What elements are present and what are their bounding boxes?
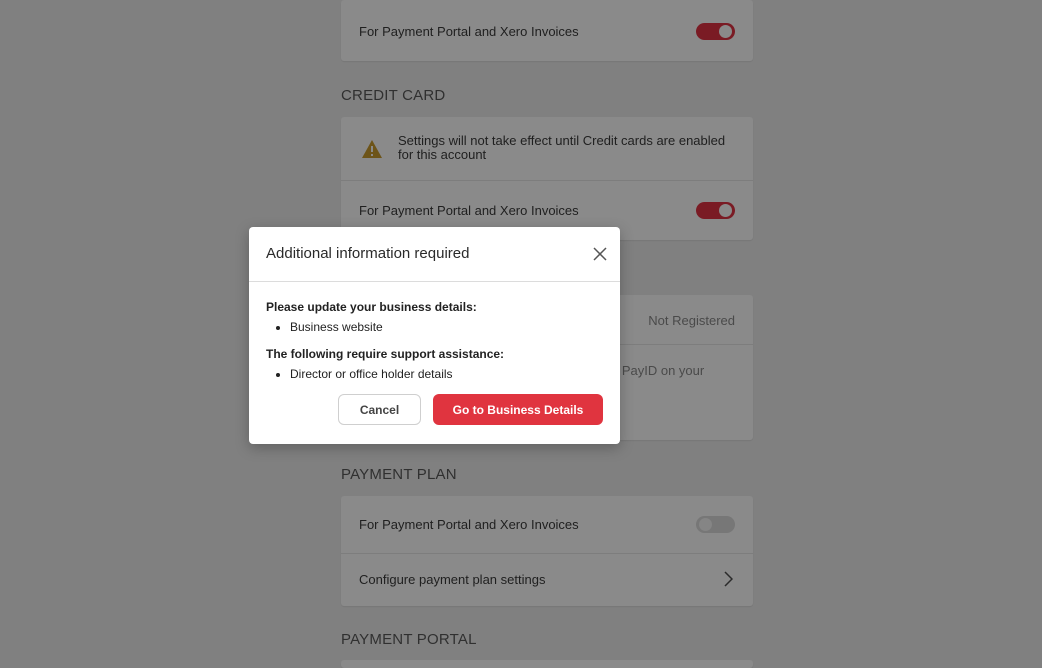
top-toggle-switch[interactable]: [696, 23, 735, 40]
credit-card-toggle-label: For Payment Portal and Xero Invoices: [359, 203, 579, 218]
top-toggle-card: For Payment Portal and Xero Invoices: [341, 0, 753, 61]
payment-plan-card: For Payment Portal and Xero Invoices Con…: [341, 496, 753, 606]
payment-portal-section-title: PAYMENT PORTAL: [341, 631, 477, 648]
cancel-button[interactable]: Cancel: [338, 394, 421, 425]
additional-info-modal: Additional information required Please u…: [249, 227, 620, 444]
modal-title: Additional information required: [266, 245, 470, 262]
close-icon[interactable]: [590, 244, 610, 264]
payment-plan-section-title: PAYMENT PLAN: [341, 466, 457, 483]
payid-status: Not Registered: [648, 313, 735, 328]
support-list: Director or office holder details: [266, 366, 603, 382]
credit-card-toggle-switch[interactable]: [696, 202, 735, 219]
payid-partial-text: g PayID on your: [611, 363, 705, 378]
payment-plan-toggle-label: For Payment Portal and Xero Invoices: [359, 517, 579, 532]
configure-payment-plan-label: Configure payment plan settings: [359, 572, 546, 587]
chevron-right-icon: [724, 571, 733, 587]
payment-portal-card: [341, 660, 753, 668]
payment-plan-toggle-switch[interactable]: [696, 516, 735, 533]
update-details-list: Business website: [266, 319, 603, 335]
list-item: Business website: [290, 319, 603, 335]
credit-card-warning-text: Settings will not take effect until Cred…: [398, 133, 726, 162]
update-details-heading: Please update your business details:: [266, 300, 477, 314]
configure-payment-plan-row[interactable]: Configure payment plan settings: [341, 553, 753, 606]
top-toggle-label: For Payment Portal and Xero Invoices: [359, 24, 579, 39]
modal-header: Additional information required: [249, 227, 620, 282]
modal-body: Please update your business details: Bus…: [266, 300, 603, 394]
warning-icon: [362, 140, 382, 158]
support-heading: The following require support assistance…: [266, 347, 505, 361]
credit-card-section-title: CREDIT CARD: [341, 87, 446, 104]
go-to-business-details-button[interactable]: Go to Business Details: [433, 394, 603, 425]
list-item: Director or office holder details: [290, 366, 603, 382]
credit-card-card: Settings will not take effect until Cred…: [341, 117, 753, 240]
divider: [341, 180, 753, 181]
